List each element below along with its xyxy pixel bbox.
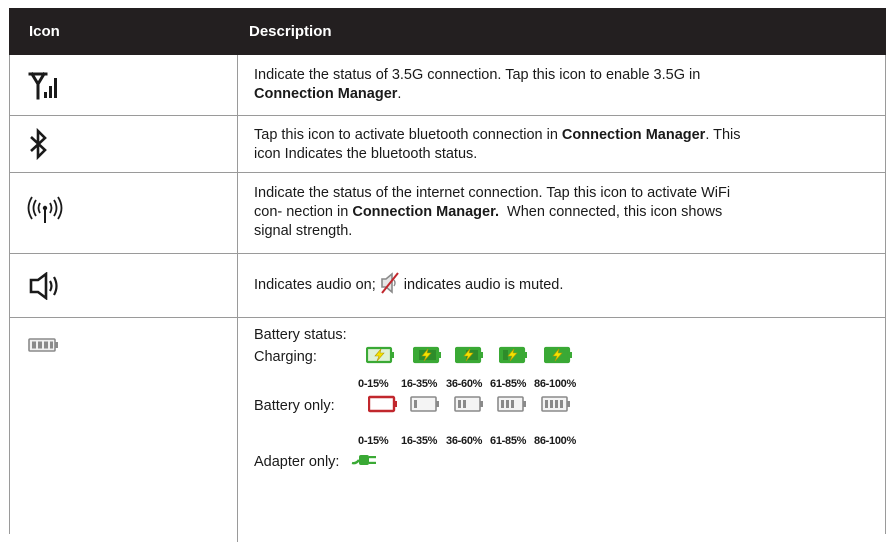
range-label: 0-15% <box>358 435 389 447</box>
battery-level-icon <box>541 395 573 413</box>
table-row: Indicate the status of 3.5G connection. … <box>9 55 886 116</box>
range-label: 0-15% <box>358 378 389 390</box>
header-description-col: Description <box>249 23 332 40</box>
battery-level-icon <box>497 395 529 413</box>
bluetooth-icon <box>28 128 50 160</box>
battery-level-icon <box>410 395 442 413</box>
wifi-antenna-icon <box>27 196 63 226</box>
row-description: Indicate the status of 3.5G connection. … <box>254 67 701 102</box>
battery-low-icon <box>368 395 400 413</box>
table-row: Battery status: Charging: 0-15% 16-35% 3… <box>9 318 886 542</box>
battery-only-label: Battery only: <box>254 398 335 414</box>
power-plug-icon <box>351 452 379 468</box>
battery-status-title: Battery status: <box>254 327 347 343</box>
table-row: Indicate the status of the internet conn… <box>9 173 886 254</box>
speaker-muted-icon <box>380 271 400 294</box>
range-label: 16-35% <box>401 378 438 390</box>
range-label: 61-85% <box>490 378 527 390</box>
table-border-left <box>9 55 10 534</box>
row-description: Tap this icon to activate bluetooth conn… <box>254 127 741 162</box>
battery-icon <box>28 337 60 353</box>
range-label: 61-85% <box>490 435 527 447</box>
adapter-only-label: Adapter only: <box>254 454 340 470</box>
range-label: 86-100% <box>534 435 576 447</box>
battery-charging-icon <box>366 346 396 364</box>
speaker-icon <box>29 272 65 300</box>
battery-charging-icon <box>499 346 529 364</box>
row-description: Indicates audio on; indicates audio is m… <box>254 272 563 295</box>
signal-3-5g-icon <box>28 72 60 102</box>
battery-level-icon <box>454 395 486 413</box>
range-label: 16-35% <box>401 435 438 447</box>
table-row: Tap this icon to activate bluetooth conn… <box>9 116 886 173</box>
table-row: Indicates audio on; indicates audio is m… <box>9 254 886 318</box>
battery-charging-icon <box>413 346 443 364</box>
range-label: 86-100% <box>534 378 576 390</box>
row-description: Indicate the status of the internet conn… <box>254 185 731 239</box>
battery-charging-icon <box>544 346 574 364</box>
header-icon-col: Icon <box>29 23 60 40</box>
table-border-right <box>885 55 886 534</box>
battery-charging-icon <box>455 346 485 364</box>
table-header: Icon Description <box>9 8 886 55</box>
charging-label: Charging: <box>254 349 317 365</box>
range-label: 36-60% <box>446 378 483 390</box>
range-label: 36-60% <box>446 435 483 447</box>
